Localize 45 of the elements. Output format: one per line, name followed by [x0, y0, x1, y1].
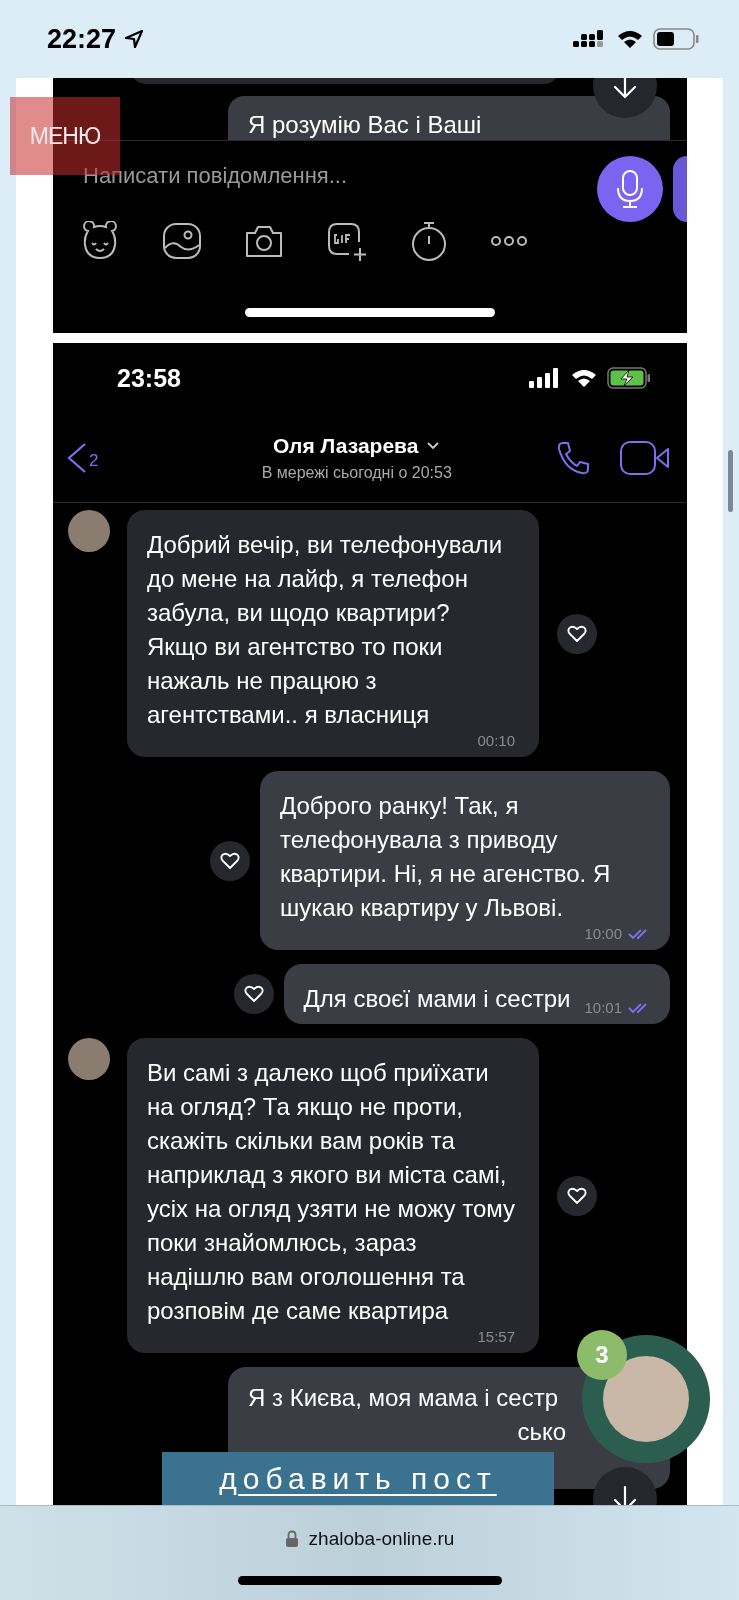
like-button[interactable]	[233, 974, 274, 1014]
like-button[interactable]	[557, 1175, 597, 1216]
heart-icon[interactable]	[567, 624, 587, 643]
location-arrow-icon	[124, 29, 145, 49]
message-text: Ви самі з далеко щоб приїхати на огляд? Та якщо не проти, скажіть скільки вам років та наприклад з якого ви міста самі, усіх на огляд узяти не можу тому поки знайомлюсь, зараз надішлю вам оголошення та розповім де саме квартира	[147, 1058, 515, 1326]
heart-icon[interactable]	[567, 1186, 587, 1205]
send-button[interactable]	[673, 156, 687, 222]
battery-icon	[653, 28, 699, 50]
lock-icon	[284, 1530, 299, 1548]
heart-icon[interactable]	[243, 985, 264, 1003]
like-button[interactable]	[557, 613, 597, 654]
gallery-icon[interactable]	[161, 221, 203, 261]
last-seen: В мережі сьогодні о 20:53	[261, 463, 452, 482]
signal-icon	[529, 368, 561, 388]
gif-icon[interactable]	[325, 220, 369, 262]
wifi-icon	[570, 368, 598, 388]
phone-icon[interactable]	[555, 439, 591, 476]
contact-name[interactable]: Оля Лазарева	[273, 433, 419, 458]
status-time: 22:27	[47, 23, 117, 55]
charging-battery-icon	[607, 367, 651, 389]
wifi-icon	[617, 29, 643, 49]
avatar-photo-placeholder	[68, 1038, 110, 1080]
heart-icon[interactable]	[220, 851, 240, 870]
message-text: Добрий вечір, ви телефонували до мене на лайф, я телефон забула, ви щодо квартири? Якщо ви агентство то поки нажаль не працюю з агентствами.. я власниця	[147, 530, 504, 730]
avatar-photo-placeholder	[68, 510, 110, 552]
scrollbar	[728, 450, 733, 512]
timer-icon[interactable]	[409, 220, 449, 262]
video-camera-icon[interactable]	[619, 439, 671, 476]
message-text: сько	[517, 1417, 566, 1447]
message-time: 10:01	[584, 999, 622, 1016]
status-time: 23:58	[117, 363, 181, 393]
address-bar[interactable]: zhaloba-online.ru	[308, 1528, 455, 1550]
like-button[interactable]	[210, 840, 250, 881]
message-text: Доброго ранку! Так, я телефонувала з приводу квартири. Ні, я не агенство. Я шукаю квартиру у Львові.	[280, 791, 612, 923]
message-time: 00:10	[477, 732, 515, 749]
message-text: Для своєї мами і сестри	[303, 984, 571, 1014]
chevron-down-icon[interactable]	[426, 440, 441, 451]
message-text: Я з Києва, моя мама і сестр	[248, 1383, 559, 1413]
add-post-link[interactable]: добавить пост	[162, 1452, 554, 1505]
back-button[interactable]: 2	[65, 441, 99, 474]
message-text: Я розумію Вас і Ваші	[248, 111, 482, 138]
message-time: 10:00	[584, 925, 622, 942]
message-time: 15:57	[477, 1328, 515, 1345]
microphone-icon[interactable]	[615, 169, 645, 209]
more-icon[interactable]	[489, 234, 529, 248]
